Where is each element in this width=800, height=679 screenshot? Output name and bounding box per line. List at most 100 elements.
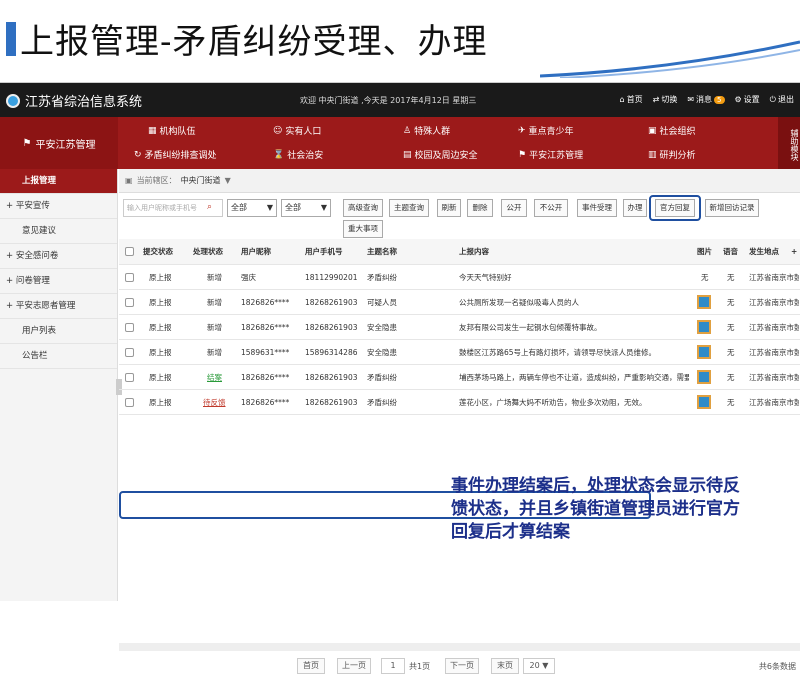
delete-button[interactable]: 删除 (467, 199, 493, 217)
settings-link[interactable]: ⚙ 设置 (735, 94, 760, 105)
sidebar-item-notices[interactable]: 公告栏 (0, 344, 117, 369)
nav-item-social-org[interactable]: ▣ 社会组织 (648, 124, 696, 138)
next-page-button[interactable]: 下一页 (445, 658, 479, 674)
refresh-icon: ↻ (134, 149, 142, 160)
chevron-down-icon[interactable]: ▼ (225, 176, 231, 185)
nav-item-campus[interactable]: ▤ 校园及周边安全 (403, 148, 478, 162)
refresh-button[interactable]: 刷新 (437, 199, 461, 217)
sidebar-item-questionnaire[interactable]: + 问卷管理 (0, 269, 117, 294)
main-nav: ⚑ 平安江苏管理 ▦ 机构队伍 ☺ 实有人口 ♙ 特殊人群 ✈ 重点青少年 ▣ 社会组织 … (0, 117, 800, 169)
add-visit-record-button[interactable]: 新增回访记录 (705, 199, 759, 217)
status-closed-link[interactable]: 结案 (207, 365, 222, 389)
power-icon: ⏻ (769, 94, 776, 104)
nav-brand[interactable]: ⚑ 平安江苏管理 (0, 117, 118, 169)
page-number-input[interactable]: 1 (381, 658, 405, 674)
col-image[interactable]: 图片 (697, 239, 712, 264)
table-row[interactable]: 原上报 新增 1826826**** 18268261903 可疑人员 公共厕所… (119, 290, 800, 315)
building-icon: ▣ (648, 125, 657, 136)
add-column-icon[interactable]: + (791, 239, 797, 264)
first-page-button[interactable]: 首页 (297, 658, 325, 674)
nav-item-analysis[interactable]: ▥ 研判分析 (648, 148, 696, 162)
sidebar-item-survey[interactable]: + 安全感问卷 (0, 244, 117, 269)
nav-item-special-groups[interactable]: ♙ 特殊人群 (403, 124, 450, 138)
last-page-button[interactable]: 末页 (491, 658, 519, 674)
row-checkbox[interactable] (125, 315, 134, 339)
main-content: ▣ 当前辖区： 中央门街道 ▼ 输入用户昵称或手机号 ⌕ 全部 ▼ 全部 ▼ 高级查… (119, 169, 800, 674)
row-checkbox[interactable] (125, 340, 134, 364)
sidebar-item-publicity[interactable]: + 平安宣传 (0, 194, 117, 219)
col-voice[interactable]: 语音 (723, 239, 738, 264)
accept-event-button[interactable]: 事件受理 (577, 199, 617, 217)
decorative-swoosh (540, 40, 800, 78)
row-checkbox[interactable] (125, 290, 134, 314)
col-location[interactable]: 发生地点 (749, 239, 793, 264)
sidebar-item-suggestions[interactable]: 意见建议 (0, 219, 117, 244)
total-pages-label: 共1页 (409, 661, 431, 671)
highlight-official-reply (649, 195, 701, 221)
aux-module-toggle[interactable]: 辅助模块 (778, 117, 800, 169)
message-badge: 5 (714, 95, 725, 104)
message-link[interactable]: ✉ 消息 5 (687, 94, 725, 105)
table-row[interactable]: 原上报 新增 1589631**** 15896314286 安全隐患 鼓楼区江… (119, 340, 800, 365)
card-icon: ▤ (403, 149, 412, 160)
col-process-status[interactable]: 处理状态 (193, 239, 223, 264)
brand-icon: ⚑ (22, 137, 32, 149)
col-nickname[interactable]: 用户昵称 (241, 239, 271, 264)
nav-item-ping-an[interactable]: ⚑ 平安江苏管理 (518, 148, 583, 162)
top-tools: ⌂ 首页 ⇄ 切换 ✉ 消息 5 ⚙ 设置 ⏻ 退出 (620, 94, 794, 105)
row-checkbox[interactable] (125, 265, 134, 289)
image-thumbnail-icon[interactable] (697, 340, 711, 364)
pagination: 首页 上一页 1 共1页 下一页 末页 20 ▼ 共6条数据 (119, 653, 800, 679)
select-all-checkbox[interactable] (125, 239, 134, 264)
topic-search-button[interactable]: 主题查询 (389, 199, 429, 217)
flag-icon: ⚑ (518, 149, 527, 160)
prev-page-button[interactable]: 上一页 (337, 658, 371, 674)
grid-icon: ▦ (148, 125, 157, 136)
logout-link[interactable]: ⏻ 退出 (770, 94, 794, 105)
area-selector[interactable]: 中央门街道 (181, 175, 221, 186)
nav-menu: ▦ 机构队伍 ☺ 实有人口 ♙ 特殊人群 ✈ 重点青少年 ▣ 社会组织 ↻ 矛盾纠纷排查调处… (118, 117, 778, 169)
toolbar: 输入用户昵称或手机号 ⌕ 全部 ▼ 全部 ▼ 高级查询 主题查询 刷新 删除 公开 … (119, 193, 800, 239)
table-row[interactable]: 原上报 待反馈 1826826**** 18268261903 矛盾纠纷 莲花小… (119, 390, 800, 415)
table-row[interactable]: 原上报 新增 1826826**** 18268261903 安全隐患 友邦有限… (119, 315, 800, 340)
nav-item-population[interactable]: ☺ 实有人口 (273, 124, 321, 138)
image-thumbnail-icon[interactable] (697, 390, 711, 414)
image-thumbnail-icon[interactable] (697, 365, 711, 389)
image-thumbnail-icon[interactable] (697, 315, 711, 339)
switch-link[interactable]: ⇄ 切换 (653, 94, 678, 105)
public-button[interactable]: 公开 (501, 199, 527, 217)
horizontal-scrollbar[interactable] (119, 643, 800, 651)
top-bar: 江苏省综治信息系统 欢迎 中央门街道 ,今天是 2017年4月12日 星期三 ⌂… (0, 83, 800, 117)
breadcrumb: ▣ 当前辖区： 中央门街道 ▼ (119, 169, 800, 193)
advanced-search-button[interactable]: 高级查询 (343, 199, 383, 217)
row-checkbox[interactable] (125, 365, 134, 389)
slide-title-area: 上报管理-矛盾纠纷受理、办理 (0, 0, 800, 78)
status-select-1[interactable]: 全部 ▼ (227, 199, 277, 217)
col-phone[interactable]: 用户手机号 (305, 239, 343, 264)
col-content[interactable]: 上报内容 (459, 239, 489, 264)
major-event-button[interactable]: 重大事项 (343, 220, 383, 238)
private-button[interactable]: 不公开 (534, 199, 568, 217)
image-thumbnail-icon[interactable] (697, 290, 711, 314)
sidebar-item-users[interactable]: 用户列表 (0, 319, 117, 344)
status-pending-feedback-link[interactable]: 待反馈 (203, 390, 226, 414)
table-row[interactable]: 原上报 新增 强庆 18112990201 矛盾纠纷 今天天气特别好 无 无 江… (119, 265, 800, 290)
table-row[interactable]: 原上报 结案 1826826**** 18268261903 矛盾纠纷 埔西茅场… (119, 365, 800, 390)
sidebar-item-volunteers[interactable]: + 平安志愿者管理 (0, 294, 117, 319)
nav-item-security[interactable]: ⌛ 社会治安 (273, 148, 323, 162)
sidebar-item-report[interactable]: 上报管理 (0, 169, 117, 194)
col-submit-status[interactable]: 提交状态 (143, 239, 173, 264)
page-size-select[interactable]: 20 ▼ (523, 658, 555, 674)
col-topic[interactable]: 主题名称 (367, 239, 397, 264)
handle-button[interactable]: 办理 (623, 199, 647, 217)
nav-item-dispute[interactable]: ↻ 矛盾纠纷排查调处 (134, 148, 217, 162)
status-select-2[interactable]: 全部 ▼ (281, 199, 331, 217)
nav-item-org[interactable]: ▦ 机构队伍 (148, 124, 196, 138)
nav-item-youth[interactable]: ✈ 重点青少年 (518, 124, 574, 138)
row-checkbox[interactable] (125, 390, 134, 414)
home-icon: ⌂ (619, 95, 625, 104)
annotation-note: 事件办理结案后，处理状态会显示待反馈状态，并且乡镇街道管理员进行官方回复后才算结… (451, 476, 740, 542)
sidebar: 上报管理 + 平安宣传 意见建议 + 安全感问卷 + 问卷管理 + 平安志愿者管… (0, 169, 122, 601)
home-link[interactable]: ⌂ 首页 (620, 94, 643, 105)
search-icon[interactable]: ⌕ (207, 202, 212, 212)
